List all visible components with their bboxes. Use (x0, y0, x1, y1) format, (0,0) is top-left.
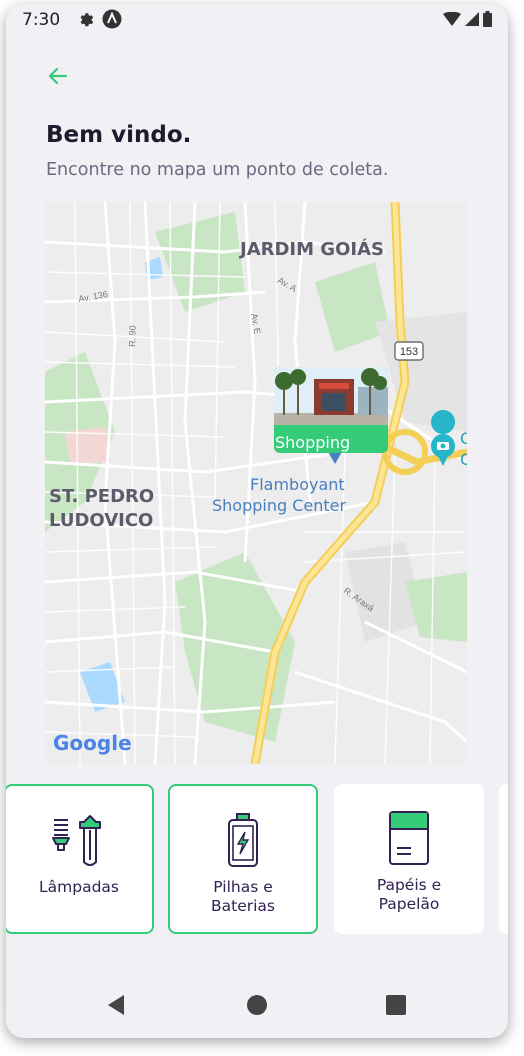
item-label-line2: Papelão (378, 895, 440, 913)
items-list: Lâmpadas Pilhas e Baterias Papéis e Pape… (6, 784, 508, 938)
map-label-c1: C (460, 429, 467, 448)
nav-home-icon[interactable] (246, 994, 268, 1016)
map-label-flamboyant: Flamboyant (250, 475, 345, 494)
item-label: Lâmpadas (39, 878, 119, 896)
map-label-jardim-goias: JARDIM GOIÁS (238, 238, 384, 260)
page-title: Bem vindo. (46, 122, 192, 148)
status-bar: 7:30 (6, 4, 508, 36)
map-label-shopping-center: Shopping Center (212, 496, 347, 515)
map-canvas: 153 JARDIM GOIÁS ST. PEDRO LUDOVICO Flam… (45, 202, 467, 764)
system-nav-bar (6, 978, 508, 1038)
lamp-icon (52, 815, 101, 866)
google-logo: Google (53, 731, 132, 755)
item-partial-next[interactable] (499, 784, 508, 934)
paper-icon (389, 811, 429, 865)
app-notification-icon (102, 9, 122, 29)
battery-status-icon (483, 11, 492, 27)
nav-recents-icon[interactable] (386, 995, 406, 1015)
marker-photo (274, 367, 388, 425)
back-button[interactable] (44, 62, 72, 90)
item-lampadas[interactable]: Lâmpadas (6, 784, 154, 934)
map-marker-shopping[interactable]: Shopping (274, 367, 388, 453)
marker-label: Shopping (275, 433, 351, 452)
map-label-c2: C (460, 450, 467, 469)
battery-icon (228, 813, 258, 867)
page-subtitle: Encontre no mapa um ponto de coleta. (46, 160, 389, 180)
item-label-line1: Papéis e (376, 876, 442, 894)
item-pilhas-baterias[interactable]: Pilhas e Baterias (168, 784, 318, 934)
wifi-icon (443, 12, 461, 26)
map-label-ludovico: LUDOVICO (49, 510, 153, 531)
map-view[interactable]: 153 JARDIM GOIÁS ST. PEDRO LUDOVICO Flam… (45, 202, 467, 764)
phone-screen: 7:30 Bem vindo. Encontre no mapa um pont… (6, 4, 508, 1038)
street-label-r90: R. 90 (127, 325, 138, 347)
cell-signal-icon (465, 12, 479, 26)
settings-gear-icon (80, 13, 94, 27)
item-label-line2: Baterias (211, 897, 275, 915)
map-label-st-pedro: ST. PEDRO (49, 486, 154, 507)
route-153-label: 153 (400, 346, 418, 358)
item-label-line1: Pilhas e (213, 878, 273, 896)
arrow-left-icon (48, 67, 68, 85)
nav-back-icon[interactable] (106, 994, 126, 1016)
item-papeis-papelao[interactable]: Papéis e Papelão (334, 784, 484, 934)
status-time: 7:30 (22, 10, 61, 30)
